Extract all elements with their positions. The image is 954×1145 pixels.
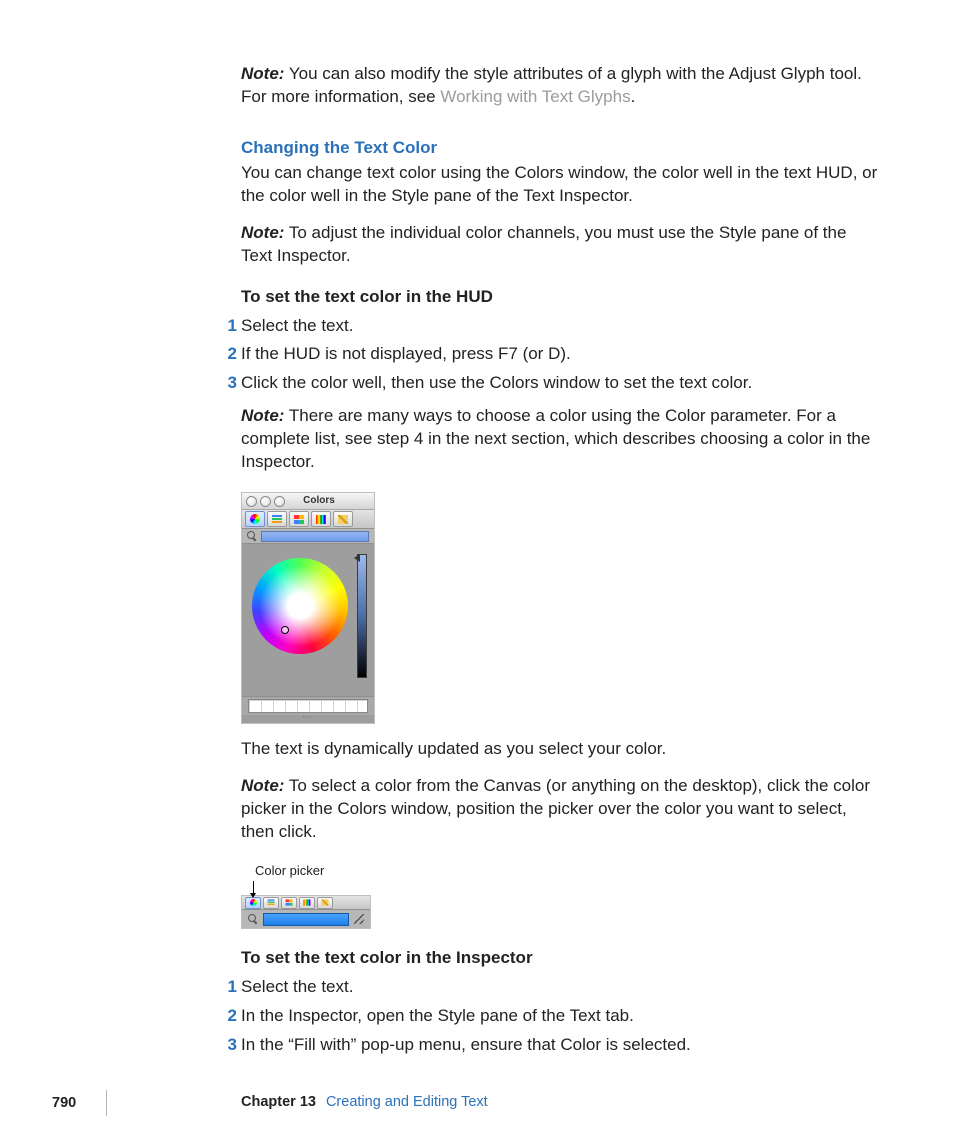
color-wheel-icon — [250, 514, 260, 524]
callout-label: Color picker — [255, 862, 879, 880]
step-text: Click the color well, then use the Color… — [241, 373, 752, 392]
color-sliders-tab[interactable] — [263, 897, 279, 909]
step-number: 2 — [223, 1005, 237, 1028]
color-wheel-tab[interactable] — [245, 897, 261, 909]
note-label: Note: — [241, 406, 284, 425]
intro-note: Note: You can also modify the style attr… — [241, 63, 879, 109]
window-title: Colors — [268, 494, 370, 508]
note-label: Note: — [241, 223, 284, 242]
color-wheel-tab[interactable] — [245, 511, 265, 527]
note-label: Note: — [241, 776, 284, 795]
palette-icon — [286, 900, 293, 906]
step-text: Select the text. — [241, 316, 353, 335]
colors-window-figure: Colors — [241, 492, 375, 724]
color-mode-toolbar — [242, 510, 374, 529]
page-number: 790 — [52, 1094, 76, 1114]
step-number: 3 — [223, 1034, 237, 1057]
period: . — [631, 87, 636, 106]
brightness-slider-thumb[interactable] — [354, 554, 370, 560]
color-palettes-tab[interactable] — [281, 897, 297, 909]
picker-toolbar — [242, 896, 370, 910]
note-3: Note: To select a color from the Canvas … — [241, 775, 879, 844]
crayons-tab[interactable] — [333, 511, 353, 527]
color-picker-callout-figure: Color picker — [241, 862, 879, 930]
brightness-slider[interactable] — [357, 554, 367, 678]
inspector-steps: 1Select the text. 2In the Inspector, ope… — [241, 976, 879, 1057]
callout-leader-line — [241, 881, 381, 895]
content-area: Note: You can also modify the style attr… — [241, 63, 879, 1063]
link-working-with-text-glyphs[interactable]: Working with Text Glyphs — [440, 87, 630, 106]
spectrum-icon — [316, 515, 326, 524]
color-sliders-tab[interactable] — [267, 511, 287, 527]
resize-handle-icon[interactable] — [354, 914, 364, 924]
close-icon[interactable] — [246, 496, 257, 507]
crayons-icon — [338, 515, 348, 524]
step-number: 3 — [223, 372, 237, 395]
note-3-text: To select a color from the Canvas (or an… — [241, 776, 870, 841]
spectrum-icon — [304, 900, 311, 906]
hud-step-2: 2If the HUD is not displayed, press F7 (… — [241, 343, 879, 366]
color-picker-row — [242, 529, 374, 544]
page: Note: You can also modify the style attr… — [0, 0, 954, 1145]
palette-icon — [294, 515, 304, 524]
window-titlebar: Colors — [242, 493, 374, 510]
note-2: Note: There are many ways to choose a co… — [241, 405, 879, 474]
after-figure-para: The text is dynamically updated as you s… — [241, 738, 879, 761]
step-number: 1 — [223, 315, 237, 338]
step-text: In the Inspector, open the Style pane of… — [241, 1006, 634, 1025]
step-number: 1 — [223, 976, 237, 999]
hud-step-1: 1Select the text. — [241, 315, 879, 338]
picker-swatch-row — [242, 910, 370, 928]
current-color-swatch[interactable] — [261, 531, 369, 542]
step-text: In the “Fill with” pop-up menu, ensure t… — [241, 1035, 691, 1054]
page-footer: 790 Chapter 13 Creating and Editing Text — [0, 1090, 954, 1116]
current-color-swatch[interactable] — [263, 913, 349, 926]
color-wheel-area — [242, 544, 374, 696]
note-label: Note: — [241, 64, 284, 83]
step-text: If the HUD is not displayed, press F7 (o… — [241, 344, 571, 363]
hud-subheading: To set the text color in the HUD — [241, 286, 879, 309]
sliders-icon — [272, 515, 282, 524]
color-picker-icon[interactable] — [248, 914, 258, 924]
insp-step-3: 3In the “Fill with” pop-up menu, ensure … — [241, 1034, 879, 1057]
color-wheel-icon — [250, 899, 257, 906]
image-palettes-tab[interactable] — [299, 897, 315, 909]
footer-rule — [90, 1090, 107, 1116]
color-picker-icon[interactable] — [247, 531, 257, 541]
color-palettes-tab[interactable] — [289, 511, 309, 527]
hud-steps: 1Select the text. 2If the HUD is not dis… — [241, 315, 879, 396]
resize-handle[interactable] — [242, 715, 374, 723]
image-palettes-tab[interactable] — [311, 511, 331, 527]
note-2-text: There are many ways to choose a color us… — [241, 406, 870, 471]
sliders-icon — [268, 900, 275, 906]
step-text: Select the text. — [241, 977, 353, 996]
picker-strip-figure — [241, 895, 371, 929]
insp-step-2: 2In the Inspector, open the Style pane o… — [241, 1005, 879, 1028]
note-1: Note: To adjust the individual color cha… — [241, 222, 879, 268]
hud-step-3: 3Click the color well, then use the Colo… — [241, 372, 879, 395]
color-wheel[interactable] — [252, 558, 348, 654]
chapter-label: Chapter 13 — [241, 1093, 316, 1113]
crayons-icon — [322, 900, 329, 906]
inspector-subheading: To set the text color in the Inspector — [241, 947, 879, 970]
step-number: 2 — [223, 343, 237, 366]
section-heading: Changing the Text Color — [241, 137, 879, 160]
chapter-title: Creating and Editing Text — [326, 1093, 488, 1113]
insp-step-1: 1Select the text. — [241, 976, 879, 999]
section-para1: You can change text color using the Colo… — [241, 162, 879, 208]
crayons-tab[interactable] — [317, 897, 333, 909]
note-1-text: To adjust the individual color channels,… — [241, 223, 846, 265]
